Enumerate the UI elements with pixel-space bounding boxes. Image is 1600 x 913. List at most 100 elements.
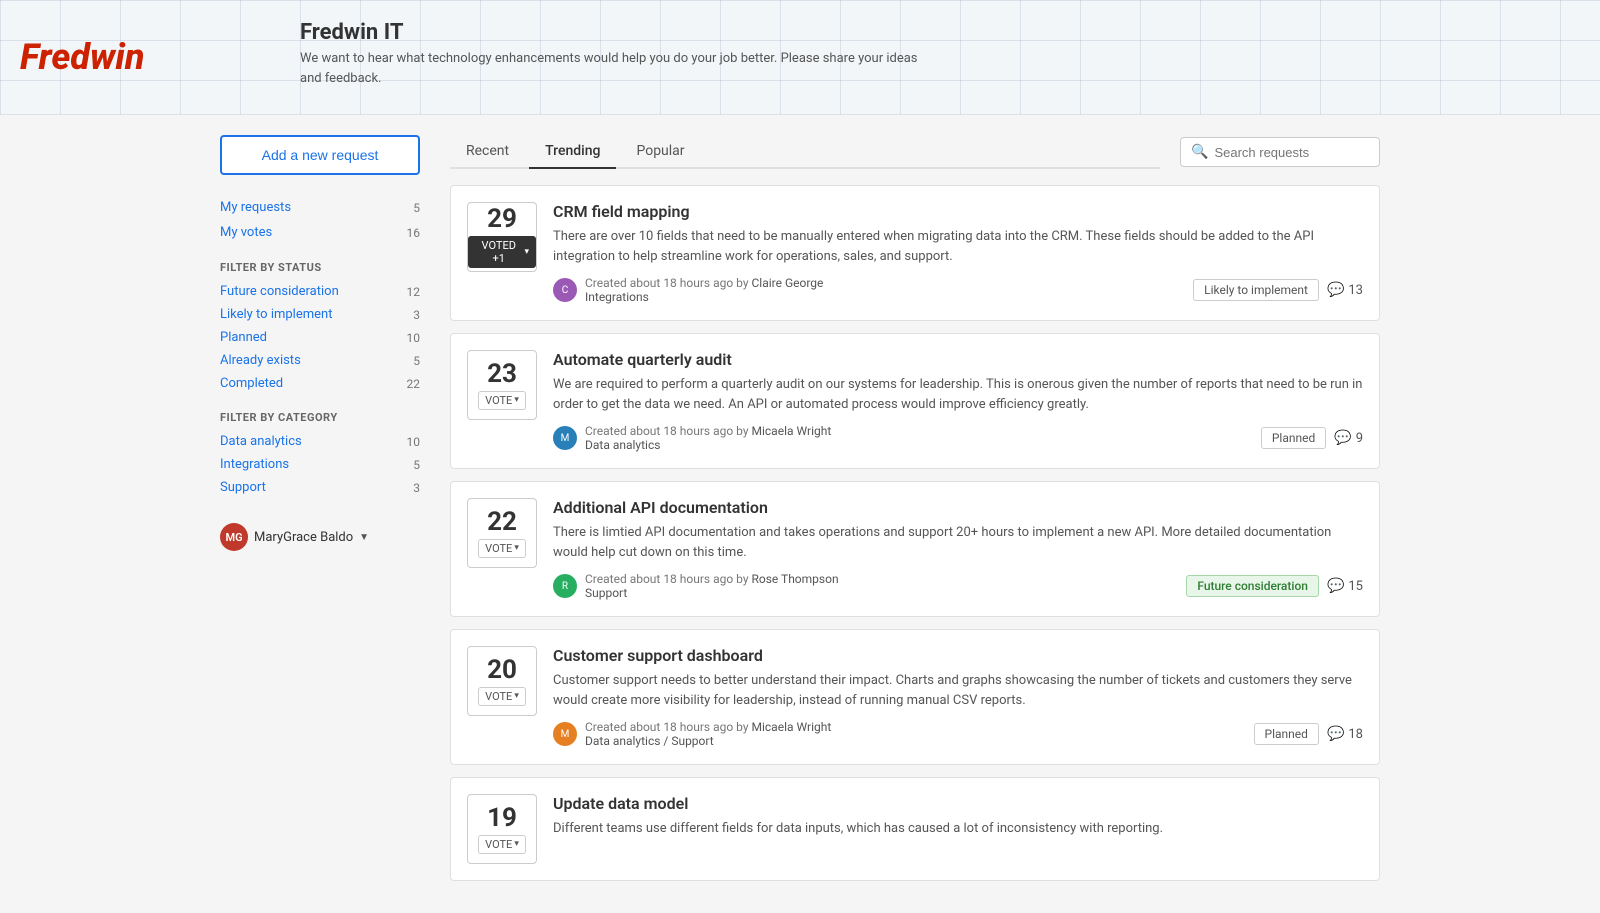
card-title[interactable]: Automate quarterly audit bbox=[553, 350, 1363, 369]
vote-box: 22 VOTE ▾ bbox=[467, 498, 537, 568]
request-card: 29 VOTED +1 ▾ CRM field mapping There ar… bbox=[450, 185, 1380, 321]
avatar: M bbox=[553, 426, 577, 450]
card-body: CRM field mapping There are over 10 fiel… bbox=[553, 202, 1363, 304]
filter-planned[interactable]: Planned 10 bbox=[220, 326, 420, 349]
vote-button[interactable]: VOTE ▾ bbox=[478, 391, 526, 410]
request-card: 23 VOTE ▾ Automate quarterly audit We ar… bbox=[450, 333, 1380, 469]
add-request-button[interactable]: Add a new request bbox=[220, 135, 420, 175]
user-name: MaryGrace Baldo bbox=[254, 530, 353, 545]
filter-integrations[interactable]: Integrations 5 bbox=[220, 453, 420, 476]
chevron-down-icon: ▾ bbox=[524, 247, 529, 257]
sidebar-item-my-requests[interactable]: My requests 5 bbox=[220, 195, 420, 220]
vote-count: 22 bbox=[487, 509, 517, 535]
card-meta-left: M Created about 18 hours ago by Micaela … bbox=[553, 720, 831, 748]
tab-recent[interactable]: Recent bbox=[450, 135, 525, 169]
card-meta-left: R Created about 18 hours ago by Rose Tho… bbox=[553, 572, 839, 600]
filter-by-category-title: FILTER BY CATEGORY bbox=[220, 411, 420, 424]
card-title[interactable]: Update data model bbox=[553, 794, 1363, 813]
comments-count: 💬18 bbox=[1327, 726, 1363, 742]
search-input[interactable] bbox=[1214, 145, 1369, 160]
user-avatar: MG bbox=[220, 523, 248, 551]
card-meta: C Created about 18 hours ago by Claire G… bbox=[553, 276, 1363, 304]
card-meta-left: M Created about 18 hours ago by Micaela … bbox=[553, 424, 831, 452]
sidebar: Add a new request My requests 5 My votes… bbox=[220, 135, 420, 893]
filter-support[interactable]: Support 3 bbox=[220, 476, 420, 499]
status-badge: Likely to implement bbox=[1193, 279, 1319, 301]
chevron-down-icon: ▾ bbox=[514, 543, 519, 553]
card-description: There are over 10 fields that need to be… bbox=[553, 227, 1363, 266]
author-name: Rose Thompson bbox=[752, 572, 839, 586]
status-badge: Planned bbox=[1261, 427, 1326, 449]
vote-box: 20 VOTE ▾ bbox=[467, 646, 537, 716]
comment-icon: 💬 bbox=[1327, 578, 1344, 594]
card-title[interactable]: Additional API documentation bbox=[553, 498, 1363, 517]
vote-count: 19 bbox=[487, 805, 517, 831]
card-meta-right: Planned 💬18 bbox=[1254, 723, 1363, 745]
filter-already-exists[interactable]: Already exists 5 bbox=[220, 349, 420, 372]
vote-box: 29 VOTED +1 ▾ bbox=[467, 202, 537, 272]
card-category: Data analytics / Support bbox=[585, 734, 714, 748]
author-name: Micaela Wright bbox=[752, 424, 832, 438]
tab-popular[interactable]: Popular bbox=[620, 135, 700, 169]
card-meta-left: C Created about 18 hours ago by Claire G… bbox=[553, 276, 823, 304]
avatar: M bbox=[553, 722, 577, 746]
request-card: 19 VOTE ▾ Update data model Different te… bbox=[450, 777, 1380, 881]
search-box[interactable]: 🔍 bbox=[1180, 137, 1380, 167]
card-body: Update data model Different teams use di… bbox=[553, 794, 1363, 864]
filter-by-status-title: FILTER BY STATUS bbox=[220, 261, 420, 274]
tab-bar: Recent Trending Popular bbox=[450, 135, 1160, 169]
card-meta-right: Planned 💬9 bbox=[1261, 427, 1363, 449]
avatar: C bbox=[553, 278, 577, 302]
card-meta-text: Created about 18 hours ago by Micaela Wr… bbox=[585, 720, 831, 748]
filter-data-analytics[interactable]: Data analytics 10 bbox=[220, 430, 420, 453]
filter-future-consideration[interactable]: Future consideration 12 bbox=[220, 280, 420, 303]
card-body: Additional API documentation There is li… bbox=[553, 498, 1363, 600]
card-meta: M Created about 18 hours ago by Micaela … bbox=[553, 424, 1363, 452]
card-title[interactable]: CRM field mapping bbox=[553, 202, 1363, 221]
card-description: There is limtied API documentation and t… bbox=[553, 523, 1363, 562]
vote-count: 29 bbox=[487, 206, 517, 232]
vote-button[interactable]: VOTE ▾ bbox=[478, 539, 526, 558]
card-meta-text: Created about 18 hours ago by Claire Geo… bbox=[585, 276, 823, 304]
status-badge: Future consideration bbox=[1186, 575, 1319, 597]
author-name: Claire George bbox=[752, 276, 824, 290]
card-description: We are required to perform a quarterly a… bbox=[553, 375, 1363, 414]
chevron-down-icon: ▾ bbox=[514, 691, 519, 701]
card-meta-right: Future consideration 💬15 bbox=[1186, 575, 1363, 597]
card-category: Support bbox=[585, 586, 627, 600]
card-body: Automate quarterly audit We are required… bbox=[553, 350, 1363, 452]
card-description: Different teams use different fields for… bbox=[553, 819, 1363, 839]
sidebar-item-my-votes[interactable]: My votes 16 bbox=[220, 220, 420, 245]
chevron-down-icon: ▾ bbox=[514, 839, 519, 849]
card-meta-right: Likely to implement 💬13 bbox=[1193, 279, 1363, 301]
request-card: 20 VOTE ▾ Customer support dashboard Cus… bbox=[450, 629, 1380, 765]
user-profile[interactable]: MG MaryGrace Baldo ▼ bbox=[220, 523, 420, 551]
search-icon: 🔍 bbox=[1191, 144, 1208, 160]
request-card: 22 VOTE ▾ Additional API documentation T… bbox=[450, 481, 1380, 617]
card-category: Integrations bbox=[585, 290, 649, 304]
chevron-down-icon: ▼ bbox=[359, 532, 369, 543]
page-header: Fredwin Fredwin IT We want to hear what … bbox=[0, 0, 1600, 115]
vote-button[interactable]: VOTED +1 ▾ bbox=[468, 236, 536, 268]
vote-count: 20 bbox=[487, 657, 517, 683]
vote-button[interactable]: VOTE ▾ bbox=[478, 687, 526, 706]
card-meta-text: Created about 18 hours ago by Rose Thomp… bbox=[585, 572, 839, 600]
page-title: Fredwin IT bbox=[300, 20, 920, 45]
vote-button[interactable]: VOTE ▾ bbox=[478, 835, 526, 854]
comments-count: 💬15 bbox=[1327, 578, 1363, 594]
comments-count: 💬13 bbox=[1327, 282, 1363, 298]
vote-box: 23 VOTE ▾ bbox=[467, 350, 537, 420]
main-content: Recent Trending Popular 🔍 29 VOTED +1 ▾ … bbox=[450, 135, 1380, 893]
comment-icon: 💬 bbox=[1334, 430, 1351, 446]
tab-trending[interactable]: Trending bbox=[529, 135, 616, 169]
card-title[interactable]: Customer support dashboard bbox=[553, 646, 1363, 665]
comment-icon: 💬 bbox=[1327, 282, 1344, 298]
comment-icon: 💬 bbox=[1327, 726, 1344, 742]
card-meta: M Created about 18 hours ago by Micaela … bbox=[553, 720, 1363, 748]
filter-likely-to-implement[interactable]: Likely to implement 3 bbox=[220, 303, 420, 326]
filter-completed[interactable]: Completed 22 bbox=[220, 372, 420, 395]
card-body: Customer support dashboard Customer supp… bbox=[553, 646, 1363, 748]
vote-count: 23 bbox=[487, 361, 517, 387]
author-name: Micaela Wright bbox=[752, 720, 832, 734]
status-badge: Planned bbox=[1254, 723, 1319, 745]
